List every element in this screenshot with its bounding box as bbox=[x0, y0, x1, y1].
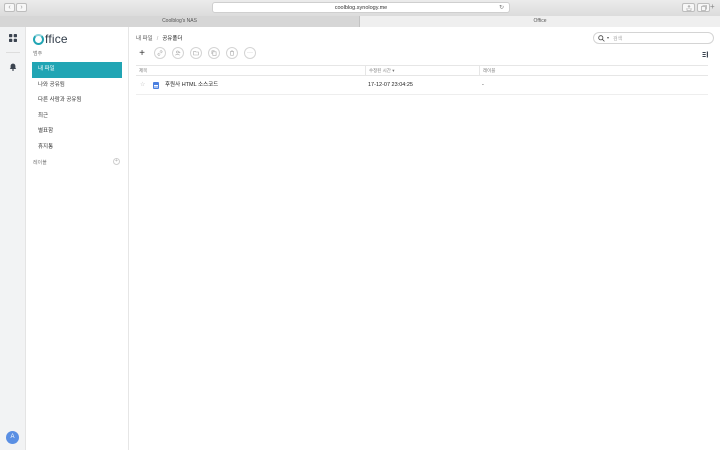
more-options-button[interactable]: ··· bbox=[244, 47, 256, 59]
file-modified: 17-12-07 23:04:25 bbox=[368, 82, 413, 88]
tab-office[interactable]: Office bbox=[360, 16, 720, 27]
search-input[interactable] bbox=[613, 34, 709, 43]
rail-divider bbox=[6, 52, 20, 53]
tab-label: Office bbox=[533, 18, 547, 24]
star-icon[interactable]: ☆ bbox=[140, 76, 145, 95]
back-button[interactable]: ‹ bbox=[4, 3, 15, 12]
apps-grid-icon[interactable] bbox=[9, 34, 17, 42]
sidebar-item-shared-with-me[interactable]: 나와 공유됨 bbox=[32, 78, 122, 94]
browser-toolbar: ‹ › coolblog.synology.me ↻ + bbox=[0, 0, 720, 16]
sidebar-item-trash[interactable]: 휴지통 bbox=[32, 140, 122, 156]
table-row[interactable]: ☆ 후원사 HTML 소스코드 17-12-07 23:04:25 - bbox=[136, 76, 708, 95]
logo-o-icon bbox=[33, 33, 44, 45]
sidebar-item-my-files[interactable]: 내 파일 bbox=[32, 62, 122, 78]
sidebar-item-label: 최근 bbox=[38, 112, 49, 119]
new-button[interactable]: + bbox=[136, 47, 148, 59]
app-rail: A bbox=[0, 27, 26, 450]
breadcrumb-root[interactable]: 내 파일 bbox=[136, 36, 153, 42]
main-panel: 내 파일/공유폴더 ▾ + ··· bbox=[129, 27, 720, 450]
column-modified[interactable]: 수정된 시간 ▾ bbox=[365, 66, 479, 76]
avatar[interactable]: A bbox=[6, 431, 19, 444]
browser-tabs: Coolblog's NAS Office bbox=[0, 16, 720, 27]
copy-icon bbox=[211, 50, 217, 56]
tabs-icon bbox=[700, 5, 707, 11]
url-text: coolblog.synology.me bbox=[334, 5, 388, 11]
column-label[interactable]: 레이블 bbox=[479, 66, 708, 76]
sidebar-item-recent[interactable]: 최근 bbox=[32, 109, 122, 125]
tab-label: Coolblog's NAS bbox=[162, 18, 197, 24]
sidebar: ffice 범주 내 파일 나와 공유됨 다른 사람과 공유됨 최근 별표함 휴… bbox=[26, 27, 129, 450]
tabs-overview-button[interactable] bbox=[697, 3, 710, 12]
breadcrumb-separator: / bbox=[156, 36, 159, 42]
column-title[interactable]: 제목 bbox=[136, 66, 365, 76]
search-box[interactable]: ▾ bbox=[593, 32, 714, 44]
bell-icon[interactable] bbox=[9, 63, 17, 71]
sidebar-item-label: 내 파일 bbox=[38, 66, 55, 72]
view-sort-icon[interactable] bbox=[702, 51, 709, 58]
sidebar-item-label: 다른 사람과 공유됨 bbox=[38, 97, 82, 103]
copy-button[interactable] bbox=[208, 47, 220, 59]
sidebar-menu: 내 파일 나와 공유됨 다른 사람과 공유됨 최근 별표함 휴지통 bbox=[32, 62, 122, 155]
avatar-letter: A bbox=[10, 434, 15, 440]
address-bar[interactable]: coolblog.synology.me ↻ bbox=[212, 2, 510, 13]
sidebar-item-label: 별표함 bbox=[38, 128, 54, 134]
tab-nas[interactable]: Coolblog's NAS bbox=[0, 16, 360, 27]
reload-icon[interactable]: ↻ bbox=[499, 3, 504, 13]
share-user-button[interactable] bbox=[172, 47, 184, 59]
search-icon bbox=[598, 35, 605, 42]
delete-button[interactable] bbox=[226, 47, 238, 59]
link-button[interactable] bbox=[154, 47, 166, 59]
sidebar-item-label: 나와 공유됨 bbox=[38, 81, 65, 88]
sidebar-item-label: 휴지통 bbox=[38, 143, 54, 150]
file-table: 제목 수정된 시간 ▾ 레이블 ☆ 후원사 HTML 소스코드 17-12-07… bbox=[136, 65, 708, 95]
sidebar-item-starred[interactable]: 별표함 bbox=[32, 124, 122, 140]
new-tab-icon[interactable]: + bbox=[710, 2, 715, 11]
trash-icon bbox=[230, 50, 234, 56]
file-label: - bbox=[482, 82, 484, 88]
add-label-button[interactable]: + bbox=[113, 158, 120, 165]
add-user-icon bbox=[175, 50, 181, 56]
category-heading: 범주 bbox=[33, 51, 43, 57]
share-icon bbox=[686, 5, 691, 11]
search-options-chevron-icon[interactable]: ▾ bbox=[607, 35, 609, 40]
browser-chrome: ‹ › coolblog.synology.me ↻ + Coolblog's … bbox=[0, 0, 720, 27]
breadcrumb-current: 공유폴더 bbox=[162, 36, 183, 42]
labels-section: 레이블 + bbox=[33, 158, 120, 166]
link-icon bbox=[157, 50, 163, 56]
labels-heading: 레이블 bbox=[33, 160, 47, 166]
table-header: 제목 수정된 시간 ▾ 레이블 bbox=[136, 65, 708, 76]
file-title[interactable]: 후원사 HTML 소스코드 bbox=[165, 76, 218, 95]
action-toolbar: + ··· bbox=[136, 47, 262, 59]
forward-button[interactable]: › bbox=[16, 3, 27, 12]
sidebar-item-shared-with-others[interactable]: 다른 사람과 공유됨 bbox=[32, 93, 122, 109]
folder-icon bbox=[193, 51, 199, 56]
move-button[interactable] bbox=[190, 47, 202, 59]
breadcrumb: 내 파일 / 공유폴더 bbox=[136, 34, 183, 42]
share-button[interactable] bbox=[682, 3, 695, 12]
document-icon bbox=[153, 82, 159, 89]
office-logo: ffice bbox=[33, 31, 68, 47]
logo-text: ffice bbox=[45, 32, 68, 46]
